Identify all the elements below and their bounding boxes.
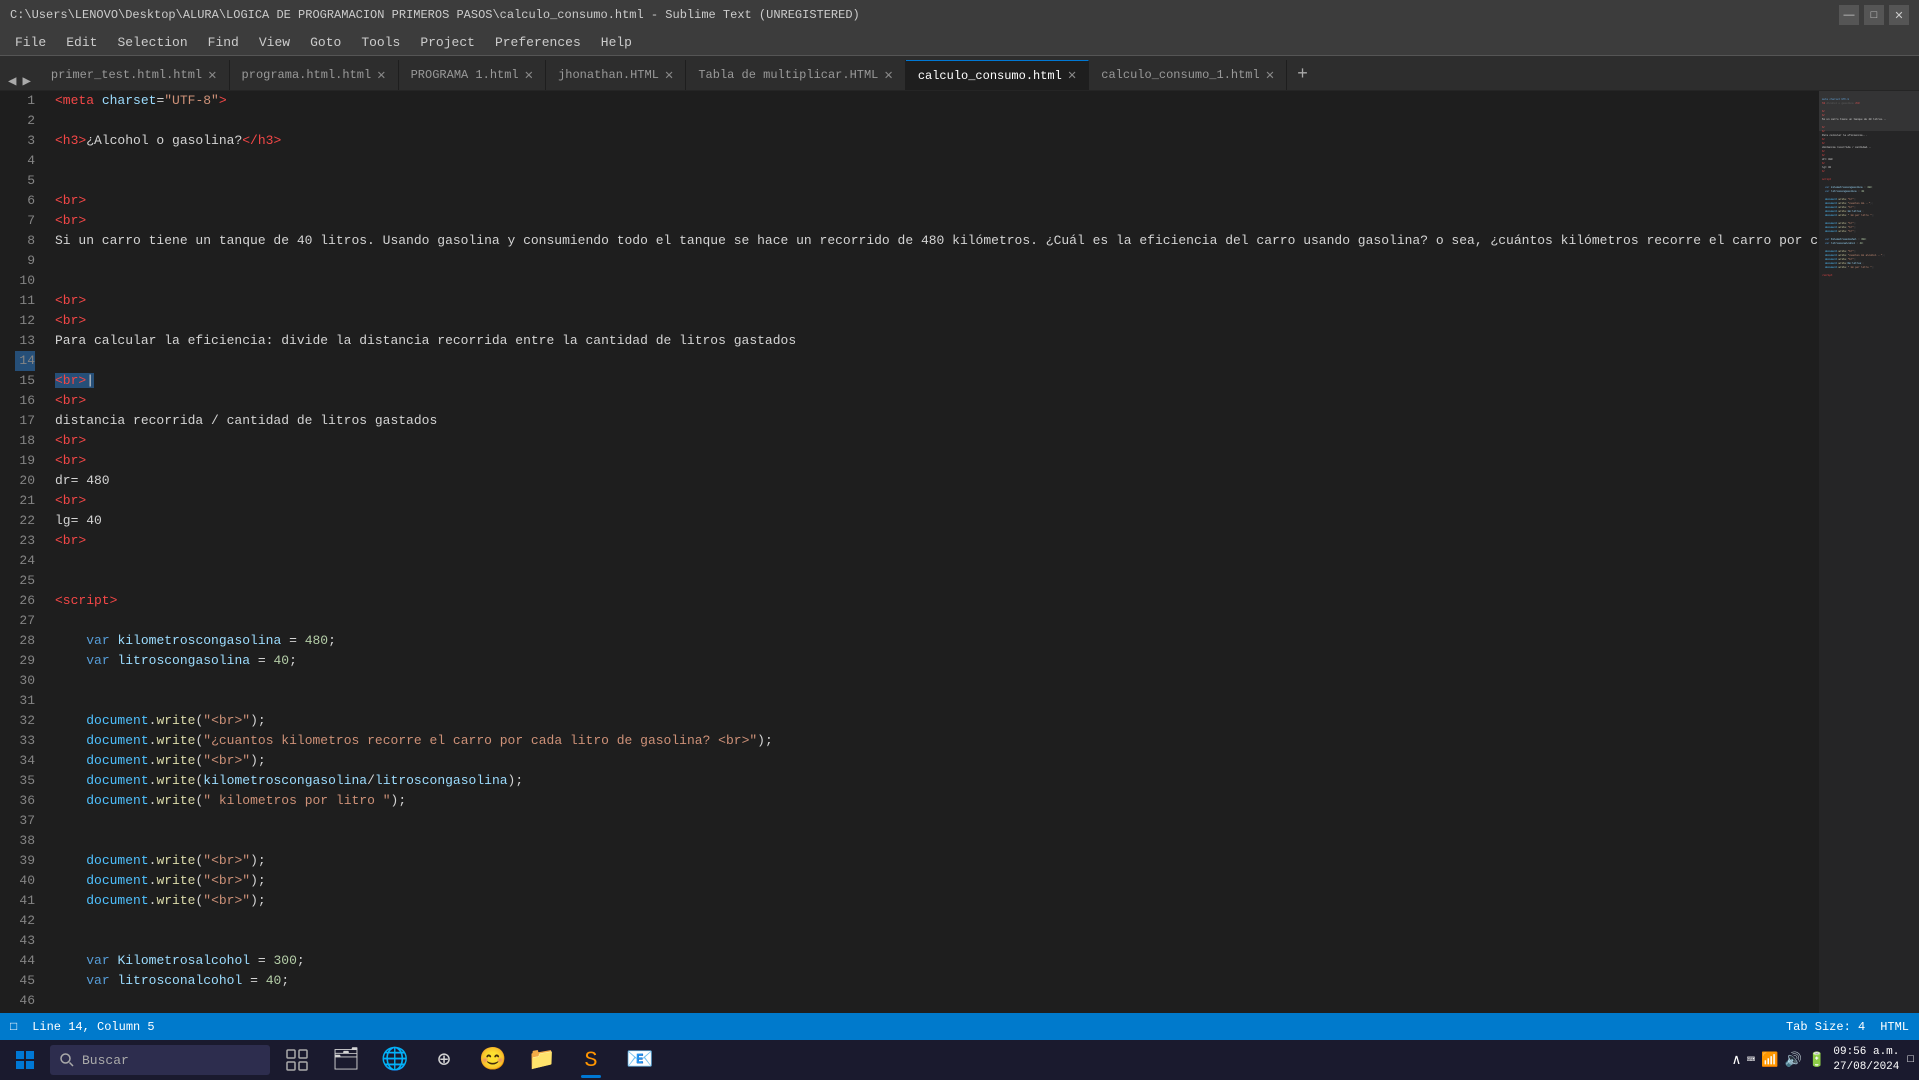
tab-primer-test-close[interactable]: ✕ xyxy=(208,67,216,84)
status-right: Tab Size: 4 HTML xyxy=(1786,1020,1909,1034)
tab-calculo-consumo-label: calculo_consumo.html xyxy=(918,69,1062,83)
faces-icon: 😊 xyxy=(479,1047,506,1073)
title-bar-path: C:\Users\LENOVO\Desktop\ALURA\LOGICA DE … xyxy=(10,8,860,22)
taskbar-left: Buscar 🗂 🌐 ⊕ 😊 📁 S 📧 xyxy=(5,1040,662,1080)
menu-preferences[interactable]: Preferences xyxy=(485,33,591,52)
tab-primer-test-label: primer_test.html.html xyxy=(51,68,202,82)
taskbar-search[interactable]: Buscar xyxy=(50,1045,270,1075)
code-area: 12345 678910 1112131415 1617181920 21222… xyxy=(0,91,1819,1013)
edge-icon: 🌐 xyxy=(381,1047,408,1073)
close-button[interactable]: ✕ xyxy=(1889,5,1909,25)
tray-arrow-icon[interactable]: ∧ xyxy=(1732,1052,1740,1069)
tab-primer-test[interactable]: primer_test.html.html ✕ xyxy=(39,60,230,90)
system-tray-icons: ∧ ⌨ 📶 🔊 🔋 xyxy=(1732,1052,1825,1069)
status-left: □ Line 14, Column 5 xyxy=(10,1020,155,1034)
menu-selection[interactable]: Selection xyxy=(107,33,197,52)
line-numbers: 12345 678910 1112131415 1617181920 21222… xyxy=(0,91,45,1013)
status-square-icon: □ xyxy=(10,1020,17,1034)
taskbar: Buscar 🗂 🌐 ⊕ 😊 📁 S 📧 ∧ ⌨ xyxy=(0,1040,1919,1080)
start-button[interactable] xyxy=(5,1040,45,1080)
folder-icon: 📁 xyxy=(528,1047,555,1073)
menu-edit[interactable]: Edit xyxy=(56,33,107,52)
tab-programa-close[interactable]: ✕ xyxy=(377,67,385,84)
tab-jhonathan-close[interactable]: ✕ xyxy=(665,67,673,84)
tab-programa[interactable]: programa.html.html ✕ xyxy=(230,60,399,90)
tab-nav-next[interactable]: ▶ xyxy=(19,73,33,90)
menu-view[interactable]: View xyxy=(249,33,300,52)
tab-tabla-close[interactable]: ✕ xyxy=(884,67,892,84)
status-bar: □ Line 14, Column 5 Tab Size: 4 HTML xyxy=(0,1013,1919,1040)
taskbar-file-explorer[interactable]: 🗂 xyxy=(324,1040,368,1080)
menu-help[interactable]: Help xyxy=(591,33,642,52)
minimize-button[interactable]: — xyxy=(1839,5,1859,25)
taskbar-search-text: Buscar xyxy=(82,1053,129,1068)
minimap-slider[interactable] xyxy=(1819,91,1919,131)
taskbar-chrome[interactable]: ⊕ xyxy=(422,1040,466,1080)
file-explorer-icon: 🗂 xyxy=(332,1047,360,1073)
tab-tabla[interactable]: Tabla de multiplicar.HTML ✕ xyxy=(686,60,905,90)
tab-programa1[interactable]: PROGRAMA 1.html ✕ xyxy=(399,60,546,90)
menu-bar: File Edit Selection Find View Goto Tools… xyxy=(0,30,1919,56)
maximize-button[interactable]: □ xyxy=(1864,5,1884,25)
menu-find[interactable]: Find xyxy=(198,33,249,52)
tab-nav-prev[interactable]: ◀ xyxy=(5,73,19,90)
tab-tabla-label: Tabla de multiplicar.HTML xyxy=(698,68,878,82)
search-icon xyxy=(60,1053,74,1067)
menu-file[interactable]: File xyxy=(5,33,56,52)
tray-wifi-icon[interactable]: 📶 xyxy=(1761,1052,1778,1069)
taskbar-sublime[interactable]: S xyxy=(569,1040,613,1080)
status-tab-size[interactable]: Tab Size: 4 xyxy=(1786,1020,1865,1034)
code-editor[interactable]: 12345 678910 1112131415 1617181920 21222… xyxy=(0,91,1819,1013)
chrome-icon: ⊕ xyxy=(437,1047,450,1073)
menu-project[interactable]: Project xyxy=(410,33,485,52)
main-area: 12345 678910 1112131415 1617181920 21222… xyxy=(0,91,1919,1013)
tray-battery-icon: 🔋 xyxy=(1808,1052,1825,1069)
notification-button[interactable]: □ xyxy=(1907,1054,1914,1066)
taskbar-faces[interactable]: 😊 xyxy=(471,1040,515,1080)
tray-volume-icon[interactable]: 🔊 xyxy=(1785,1052,1802,1069)
tab-calculo-consumo[interactable]: calculo_consumo.html ✕ xyxy=(906,60,1089,90)
tab-calculo-consumo-1-close[interactable]: ✕ xyxy=(1266,67,1274,84)
tab-jhonathan[interactable]: jhonathan.HTML ✕ xyxy=(546,60,686,90)
taskbar-edge[interactable]: 🌐 xyxy=(373,1040,417,1080)
taskview-icon xyxy=(286,1049,308,1071)
clock-time: 09:56 a.m. xyxy=(1833,1045,1899,1060)
tab-calculo-consumo-close[interactable]: ✕ xyxy=(1068,67,1076,84)
taskview-button[interactable] xyxy=(275,1040,319,1080)
clock[interactable]: 09:56 a.m. 27/08/2024 xyxy=(1833,1045,1899,1076)
code-content[interactable]: <meta charset="UTF-8"> <h3>¿Alcohol o ga… xyxy=(45,91,1819,1013)
minimap: meta charset UTF-8 h3 Alcohol o gasolina… xyxy=(1819,91,1919,1013)
menu-goto[interactable]: Goto xyxy=(300,33,351,52)
tab-calculo-consumo-1-label: calculo_consumo_1.html xyxy=(1101,68,1259,82)
menu-tools[interactable]: Tools xyxy=(351,33,410,52)
tab-programa-label: programa.html.html xyxy=(242,68,372,82)
clock-date: 27/08/2024 xyxy=(1833,1060,1899,1075)
outlook-icon: 📧 xyxy=(626,1047,653,1073)
taskbar-outlook[interactable]: 📧 xyxy=(618,1040,662,1080)
title-bar-controls[interactable]: — □ ✕ xyxy=(1839,5,1909,25)
status-language[interactable]: HTML xyxy=(1880,1020,1909,1034)
title-bar: C:\Users\LENOVO\Desktop\ALURA\LOGICA DE … xyxy=(0,0,1919,30)
taskbar-folder[interactable]: 📁 xyxy=(520,1040,564,1080)
taskbar-right: ∧ ⌨ 📶 🔊 🔋 09:56 a.m. 27/08/2024 □ xyxy=(1732,1045,1914,1076)
title-bar-left: C:\Users\LENOVO\Desktop\ALURA\LOGICA DE … xyxy=(10,8,860,22)
tab-calculo-consumo-1[interactable]: calculo_consumo_1.html ✕ xyxy=(1089,60,1287,90)
sublime-icon: S xyxy=(584,1048,597,1073)
status-line-col[interactable]: Line 14, Column 5 xyxy=(32,1020,154,1034)
tabs-bar: ◀ ▶ primer_test.html.html ✕ programa.htm… xyxy=(0,56,1919,91)
tab-programa1-label: PROGRAMA 1.html xyxy=(411,68,519,82)
tabs-add-button[interactable]: + xyxy=(1287,60,1318,90)
tab-programa1-close[interactable]: ✕ xyxy=(525,67,533,84)
tabs-nav[interactable]: ◀ ▶ xyxy=(0,73,39,90)
tab-jhonathan-label: jhonathan.HTML xyxy=(558,68,659,82)
tray-keyboard-icon: ⌨ xyxy=(1747,1052,1755,1069)
